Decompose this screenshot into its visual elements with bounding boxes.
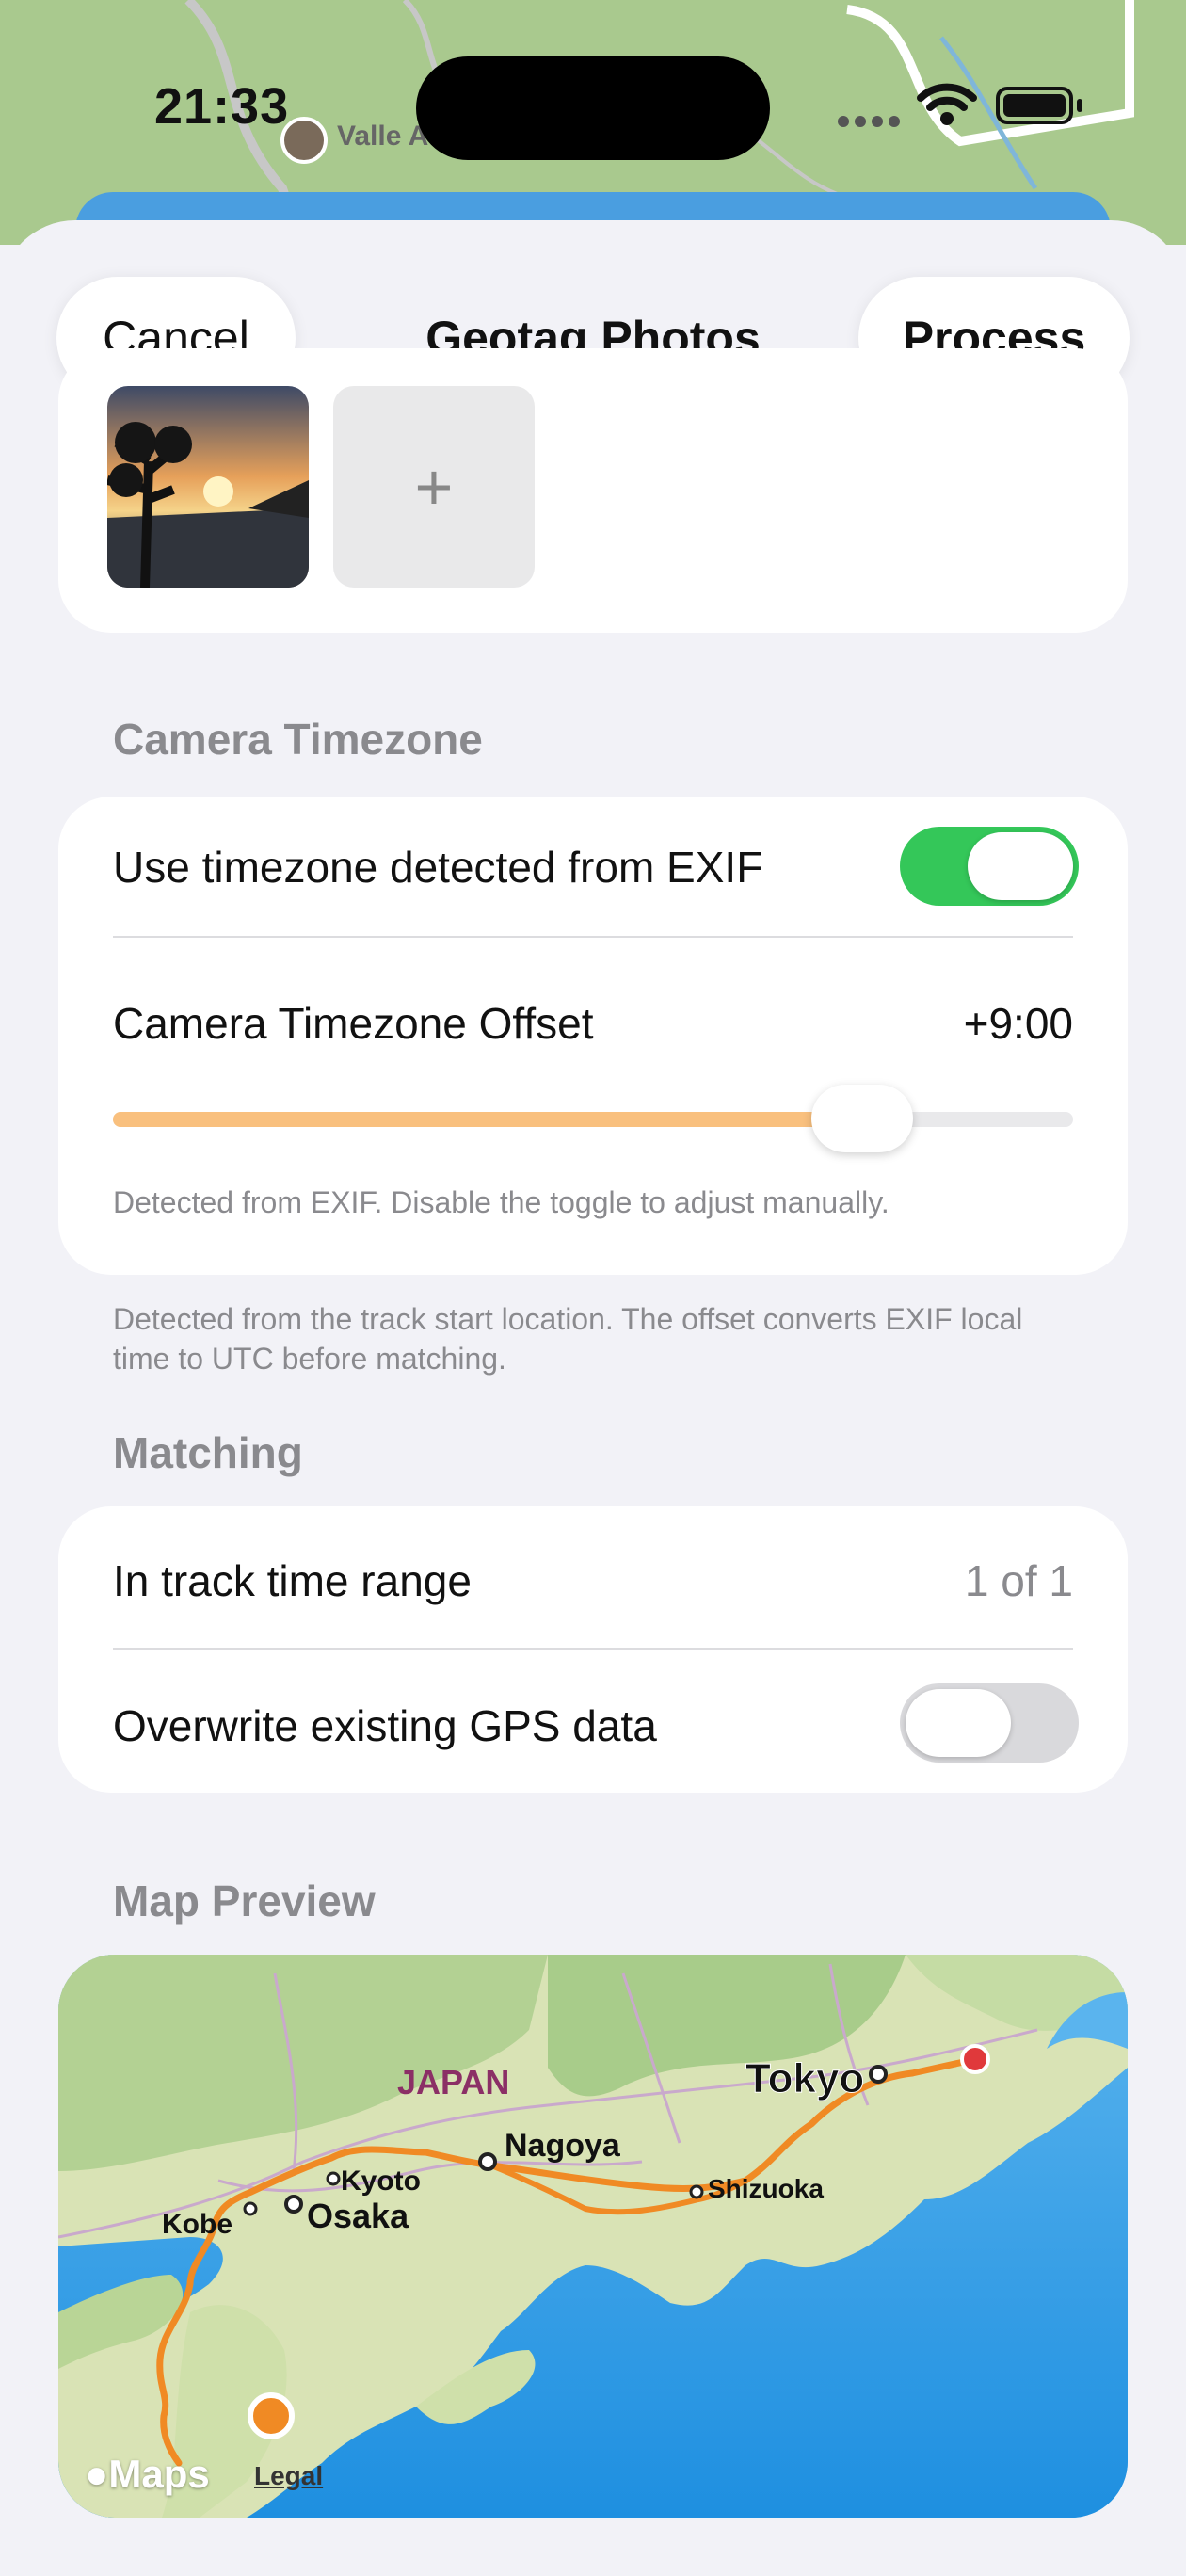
offset-slider[interactable] bbox=[113, 1112, 1073, 1127]
timezone-footer: Detected from the track start location. … bbox=[113, 1302, 1023, 1376]
map-preview[interactable]: JAPAN Tokyo Nagoya Kyoto Osaka Kobe Shiz… bbox=[58, 1955, 1128, 2518]
map-city-label: Kyoto bbox=[341, 2165, 421, 2197]
map-city-label: Shizuoka bbox=[708, 2174, 824, 2203]
toggle-knob bbox=[968, 832, 1073, 900]
dynamic-island bbox=[416, 56, 770, 160]
map-city-label: Osaka bbox=[307, 2197, 409, 2235]
photo-thumbnail[interactable] bbox=[107, 386, 309, 588]
apple-logo-icon: ● bbox=[85, 2452, 109, 2496]
map-preview-header: Map Preview bbox=[113, 1876, 376, 1925]
map-city-label: Kobe bbox=[162, 2209, 232, 2240]
wifi-icon bbox=[917, 83, 977, 125]
toggle-knob bbox=[906, 1689, 1011, 1757]
cellular-icon bbox=[838, 115, 906, 132]
maps-brand-text: Maps bbox=[108, 2452, 210, 2496]
status-time: 21:33 bbox=[154, 78, 290, 135]
add-photo-button[interactable]: + bbox=[333, 386, 535, 588]
offset-slider-thumb[interactable] bbox=[810, 1085, 913, 1152]
track-range-value: 1 of 1 bbox=[964, 1556, 1073, 1605]
legal-link[interactable]: Legal bbox=[254, 2461, 323, 2491]
overwrite-gps-label: Overwrite existing GPS data bbox=[113, 1701, 657, 1750]
maps-brand-logo: ●Maps bbox=[85, 2452, 210, 2497]
map-city-label: Tokyo bbox=[745, 2055, 864, 2101]
map-city-label: Nagoya bbox=[505, 2128, 621, 2164]
offset-slider-fill bbox=[113, 1112, 862, 1127]
offset-helper: Detected from EXIF. Disable the toggle t… bbox=[113, 1185, 890, 1219]
map-country-label: JAPAN bbox=[397, 2063, 509, 2101]
status-indicators bbox=[838, 83, 1092, 134]
use-exif-label: Use timezone detected from EXIF bbox=[113, 843, 763, 892]
divider bbox=[113, 936, 1073, 938]
battery-tip bbox=[1077, 99, 1082, 112]
camera-timezone-header: Camera Timezone bbox=[113, 715, 483, 764]
battery-icon bbox=[996, 87, 1073, 124]
map-place-label: Valle A bbox=[337, 121, 429, 152]
track-range-label: In track time range bbox=[113, 1556, 472, 1605]
divider bbox=[113, 1648, 1073, 1650]
matching-header: Matching bbox=[113, 1428, 303, 1477]
offset-label: Camera Timezone Offset bbox=[113, 999, 594, 1048]
use-exif-toggle[interactable] bbox=[900, 827, 1079, 906]
offset-value: +9:00 bbox=[963, 999, 1073, 1048]
overwrite-gps-toggle[interactable] bbox=[900, 1683, 1079, 1763]
